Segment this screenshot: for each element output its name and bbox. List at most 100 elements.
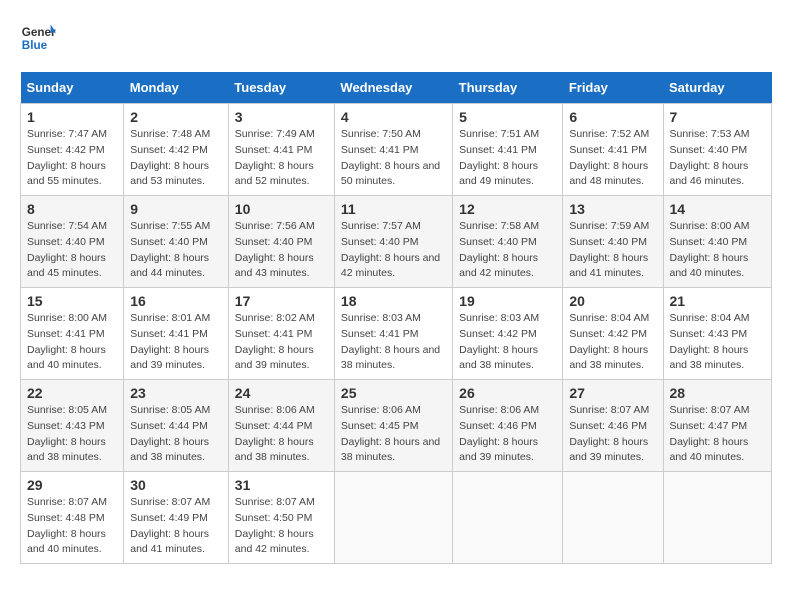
svg-text:Blue: Blue — [22, 39, 48, 52]
calendar-cell: 24 Sunrise: 8:06 AM Sunset: 4:44 PM Dayl… — [228, 380, 334, 472]
calendar-cell: 22 Sunrise: 8:05 AM Sunset: 4:43 PM Dayl… — [21, 380, 124, 472]
day-info: Sunrise: 7:50 AM Sunset: 4:41 PM Dayligh… — [341, 127, 446, 190]
day-number: 23 — [130, 385, 222, 401]
day-number: 28 — [670, 385, 766, 401]
day-number: 4 — [341, 109, 446, 125]
calendar-cell: 9 Sunrise: 7:55 AM Sunset: 4:40 PM Dayli… — [124, 196, 229, 288]
calendar-cell — [663, 472, 772, 564]
calendar-cell: 7 Sunrise: 7:53 AM Sunset: 4:40 PM Dayli… — [663, 104, 772, 196]
day-number: 2 — [130, 109, 222, 125]
calendar-cell: 23 Sunrise: 8:05 AM Sunset: 4:44 PM Dayl… — [124, 380, 229, 472]
day-number: 14 — [670, 201, 766, 217]
day-info: Sunrise: 8:00 AM Sunset: 4:41 PM Dayligh… — [27, 311, 117, 374]
day-info: Sunrise: 8:00 AM Sunset: 4:40 PM Dayligh… — [670, 219, 766, 282]
day-number: 13 — [569, 201, 656, 217]
day-number: 15 — [27, 293, 117, 309]
day-info: Sunrise: 8:03 AM Sunset: 4:41 PM Dayligh… — [341, 311, 446, 374]
day-number: 30 — [130, 477, 222, 493]
calendar-cell — [453, 472, 563, 564]
calendar-cell: 10 Sunrise: 7:56 AM Sunset: 4:40 PM Dayl… — [228, 196, 334, 288]
day-info: Sunrise: 7:47 AM Sunset: 4:42 PM Dayligh… — [27, 127, 117, 190]
day-number: 22 — [27, 385, 117, 401]
weekday-header-saturday: Saturday — [663, 72, 772, 104]
day-number: 25 — [341, 385, 446, 401]
calendar-cell: 8 Sunrise: 7:54 AM Sunset: 4:40 PM Dayli… — [21, 196, 124, 288]
calendar-cell: 19 Sunrise: 8:03 AM Sunset: 4:42 PM Dayl… — [453, 288, 563, 380]
day-number: 11 — [341, 201, 446, 217]
day-number: 5 — [459, 109, 556, 125]
day-number: 3 — [235, 109, 328, 125]
calendar-cell: 18 Sunrise: 8:03 AM Sunset: 4:41 PM Dayl… — [334, 288, 452, 380]
calendar-cell: 16 Sunrise: 8:01 AM Sunset: 4:41 PM Dayl… — [124, 288, 229, 380]
day-info: Sunrise: 8:07 AM Sunset: 4:48 PM Dayligh… — [27, 495, 117, 558]
day-number: 19 — [459, 293, 556, 309]
weekday-header-thursday: Thursday — [453, 72, 563, 104]
page-header: General Blue — [20, 20, 772, 56]
calendar-cell: 26 Sunrise: 8:06 AM Sunset: 4:46 PM Dayl… — [453, 380, 563, 472]
day-info: Sunrise: 7:53 AM Sunset: 4:40 PM Dayligh… — [670, 127, 766, 190]
calendar-cell: 25 Sunrise: 8:06 AM Sunset: 4:45 PM Dayl… — [334, 380, 452, 472]
calendar-cell: 15 Sunrise: 8:00 AM Sunset: 4:41 PM Dayl… — [21, 288, 124, 380]
day-number: 8 — [27, 201, 117, 217]
day-info: Sunrise: 7:49 AM Sunset: 4:41 PM Dayligh… — [235, 127, 328, 190]
calendar-cell: 31 Sunrise: 8:07 AM Sunset: 4:50 PM Dayl… — [228, 472, 334, 564]
calendar-cell — [563, 472, 663, 564]
calendar-cell: 27 Sunrise: 8:07 AM Sunset: 4:46 PM Dayl… — [563, 380, 663, 472]
calendar-cell: 20 Sunrise: 8:04 AM Sunset: 4:42 PM Dayl… — [563, 288, 663, 380]
day-number: 29 — [27, 477, 117, 493]
calendar-cell: 4 Sunrise: 7:50 AM Sunset: 4:41 PM Dayli… — [334, 104, 452, 196]
day-number: 16 — [130, 293, 222, 309]
day-info: Sunrise: 8:06 AM Sunset: 4:44 PM Dayligh… — [235, 403, 328, 466]
day-number: 17 — [235, 293, 328, 309]
logo-icon: General Blue — [20, 20, 56, 56]
calendar-cell: 17 Sunrise: 8:02 AM Sunset: 4:41 PM Dayl… — [228, 288, 334, 380]
day-info: Sunrise: 8:04 AM Sunset: 4:43 PM Dayligh… — [670, 311, 766, 374]
calendar-cell: 28 Sunrise: 8:07 AM Sunset: 4:47 PM Dayl… — [663, 380, 772, 472]
calendar-cell: 6 Sunrise: 7:52 AM Sunset: 4:41 PM Dayli… — [563, 104, 663, 196]
weekday-header-wednesday: Wednesday — [334, 72, 452, 104]
calendar-cell: 3 Sunrise: 7:49 AM Sunset: 4:41 PM Dayli… — [228, 104, 334, 196]
calendar-cell: 12 Sunrise: 7:58 AM Sunset: 4:40 PM Dayl… — [453, 196, 563, 288]
day-number: 24 — [235, 385, 328, 401]
calendar-cell: 14 Sunrise: 8:00 AM Sunset: 4:40 PM Dayl… — [663, 196, 772, 288]
calendar-cell: 13 Sunrise: 7:59 AM Sunset: 4:40 PM Dayl… — [563, 196, 663, 288]
day-info: Sunrise: 8:07 AM Sunset: 4:49 PM Dayligh… — [130, 495, 222, 558]
day-info: Sunrise: 7:48 AM Sunset: 4:42 PM Dayligh… — [130, 127, 222, 190]
calendar-cell: 11 Sunrise: 7:57 AM Sunset: 4:40 PM Dayl… — [334, 196, 452, 288]
day-info: Sunrise: 7:55 AM Sunset: 4:40 PM Dayligh… — [130, 219, 222, 282]
day-info: Sunrise: 7:52 AM Sunset: 4:41 PM Dayligh… — [569, 127, 656, 190]
day-info: Sunrise: 8:07 AM Sunset: 4:47 PM Dayligh… — [670, 403, 766, 466]
day-number: 9 — [130, 201, 222, 217]
day-info: Sunrise: 7:58 AM Sunset: 4:40 PM Dayligh… — [459, 219, 556, 282]
day-info: Sunrise: 8:07 AM Sunset: 4:46 PM Dayligh… — [569, 403, 656, 466]
calendar-table: SundayMondayTuesdayWednesdayThursdayFrid… — [20, 72, 772, 564]
day-info: Sunrise: 8:06 AM Sunset: 4:45 PM Dayligh… — [341, 403, 446, 466]
calendar-cell: 2 Sunrise: 7:48 AM Sunset: 4:42 PM Dayli… — [124, 104, 229, 196]
day-number: 26 — [459, 385, 556, 401]
day-number: 21 — [670, 293, 766, 309]
calendar-cell: 30 Sunrise: 8:07 AM Sunset: 4:49 PM Dayl… — [124, 472, 229, 564]
day-number: 7 — [670, 109, 766, 125]
calendar-cell: 29 Sunrise: 8:07 AM Sunset: 4:48 PM Dayl… — [21, 472, 124, 564]
day-info: Sunrise: 8:02 AM Sunset: 4:41 PM Dayligh… — [235, 311, 328, 374]
day-info: Sunrise: 8:05 AM Sunset: 4:44 PM Dayligh… — [130, 403, 222, 466]
day-info: Sunrise: 7:59 AM Sunset: 4:40 PM Dayligh… — [569, 219, 656, 282]
calendar-cell: 5 Sunrise: 7:51 AM Sunset: 4:41 PM Dayli… — [453, 104, 563, 196]
day-number: 18 — [341, 293, 446, 309]
weekday-header-monday: Monday — [124, 72, 229, 104]
day-number: 12 — [459, 201, 556, 217]
day-info: Sunrise: 7:54 AM Sunset: 4:40 PM Dayligh… — [27, 219, 117, 282]
day-number: 10 — [235, 201, 328, 217]
day-number: 31 — [235, 477, 328, 493]
day-info: Sunrise: 7:57 AM Sunset: 4:40 PM Dayligh… — [341, 219, 446, 282]
day-info: Sunrise: 7:51 AM Sunset: 4:41 PM Dayligh… — [459, 127, 556, 190]
calendar-cell — [334, 472, 452, 564]
day-info: Sunrise: 8:07 AM Sunset: 4:50 PM Dayligh… — [235, 495, 328, 558]
day-info: Sunrise: 8:04 AM Sunset: 4:42 PM Dayligh… — [569, 311, 656, 374]
calendar-cell: 21 Sunrise: 8:04 AM Sunset: 4:43 PM Dayl… — [663, 288, 772, 380]
day-info: Sunrise: 8:06 AM Sunset: 4:46 PM Dayligh… — [459, 403, 556, 466]
day-number: 27 — [569, 385, 656, 401]
day-number: 6 — [569, 109, 656, 125]
weekday-header-tuesday: Tuesday — [228, 72, 334, 104]
day-info: Sunrise: 7:56 AM Sunset: 4:40 PM Dayligh… — [235, 219, 328, 282]
